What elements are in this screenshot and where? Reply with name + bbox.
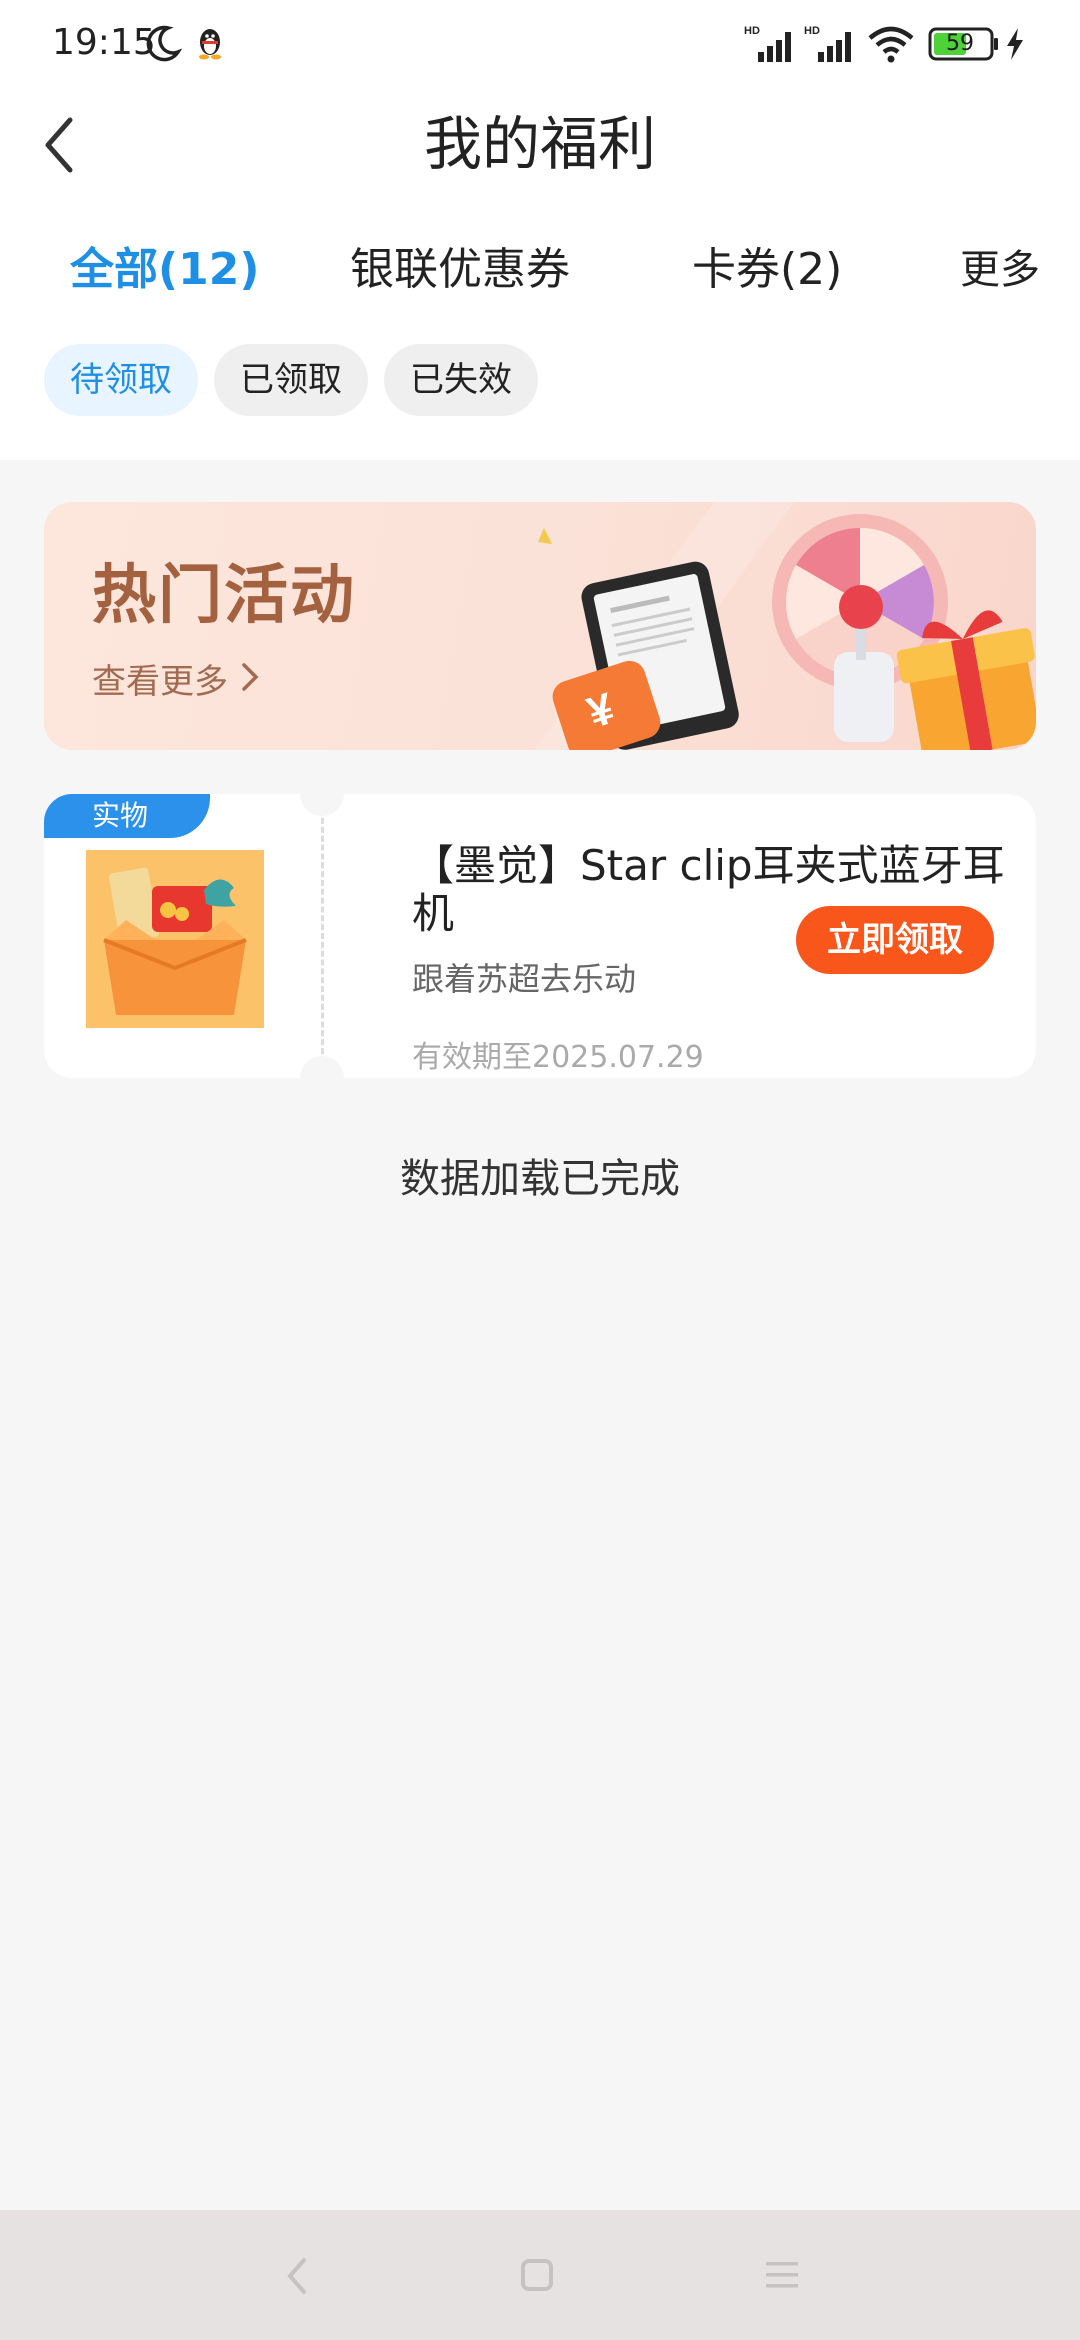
filter-expired[interactable]: 已失效	[384, 344, 538, 416]
nav-home-icon[interactable]	[520, 2258, 554, 2292]
tab-more[interactable]: 更多	[960, 240, 1040, 300]
banner-title: 热门活动	[92, 559, 356, 633]
tab-all[interactable]: 全部(12)	[70, 240, 259, 300]
load-status: 数据加载已完成	[400, 1156, 680, 1202]
hd-signal-icon: HD	[804, 25, 851, 62]
svg-text:HD: HD	[744, 25, 760, 37]
status-time: 19:15	[52, 22, 156, 63]
coupon-divider	[321, 818, 324, 1054]
hd-signal-icon: HD	[744, 25, 791, 62]
qq-penguin-icon	[199, 29, 221, 60]
banner-more-link[interactable]: 查看更多	[92, 654, 228, 703]
gift-box-icon	[86, 850, 264, 1028]
tab-unionpay-coupons[interactable]: 银联优惠券	[350, 240, 570, 300]
coupon-type-badge: 实物	[44, 794, 210, 838]
chevron-right-icon	[242, 663, 259, 691]
claim-button[interactable]: 立即领取	[796, 906, 994, 974]
coupon-notch	[300, 772, 344, 816]
banner-illustration: ¥	[534, 502, 1036, 750]
moon-icon	[146, 25, 182, 62]
wifi-icon	[868, 26, 914, 63]
tab-cards[interactable]: 卡券(2)	[692, 240, 842, 300]
coupon-notch	[300, 1056, 344, 1100]
system-nav-bar	[0, 2210, 1080, 2340]
hot-activity-banner[interactable]: 热门活动 查看更多 ¥	[44, 502, 1036, 750]
coupon-subtitle: 跟着苏超去乐动	[412, 960, 637, 998]
coupon-card[interactable]: 实物 【墨觉】Star clip耳夹式蓝牙耳机 跟着苏超去乐动 有效期至2025…	[44, 772, 1036, 1100]
filter-claimed[interactable]: 已领取	[214, 344, 368, 416]
status-bar: 19:15 HD HD 59	[0, 0, 1080, 90]
header: 我的福利 全部(12) 银联优惠券 卡券(2) 更多 待领取 已领取 已失效	[0, 90, 1080, 460]
coupon-expiry: 有效期至2025.07.29	[412, 1040, 704, 1075]
page-title: 我的福利	[423, 110, 656, 178]
filter-pending[interactable]: 待领取	[44, 344, 198, 416]
charging-icon	[1007, 28, 1023, 60]
nav-menu-icon[interactable]	[764, 2258, 800, 2292]
battery-level: 59	[946, 31, 974, 56]
svg-text:HD: HD	[804, 25, 820, 37]
nav-back-icon[interactable]	[282, 2254, 312, 2298]
